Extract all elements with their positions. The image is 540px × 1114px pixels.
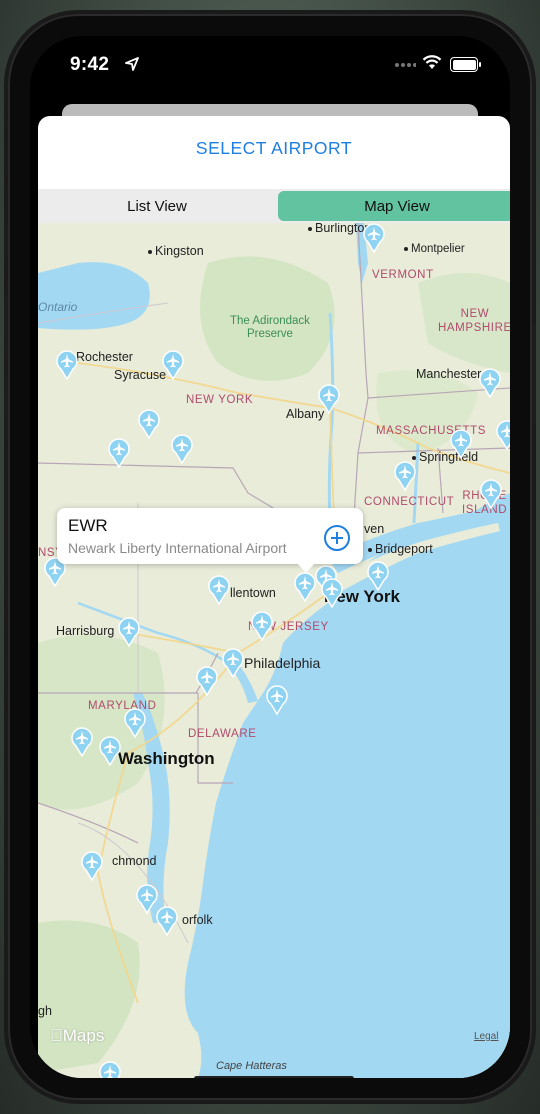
airport-pin-icon[interactable] xyxy=(496,420,510,450)
airport-pin-icon[interactable] xyxy=(450,429,472,459)
airport-pin-icon[interactable] xyxy=(71,727,93,757)
map-label-raleigh: gh xyxy=(38,1004,52,1018)
screen: 9:42 SELECT AIRPORT List View Map View B… xyxy=(30,36,510,1078)
airport-pin-icon[interactable] xyxy=(479,368,501,398)
legal-link[interactable]: Legal xyxy=(474,1031,498,1042)
map-label-rochester: Rochester xyxy=(76,350,133,364)
airport-pin-icon[interactable] xyxy=(99,736,121,766)
map-label-new-hampshire: NEW HAMPSHIRE xyxy=(438,308,510,334)
airport-pin-icon[interactable] xyxy=(138,409,160,439)
status-time: 9:42 xyxy=(70,54,110,75)
map-label-new-haven: ven xyxy=(364,522,385,536)
map-label-syracuse: Syracuse xyxy=(114,368,167,382)
airport-pin-icon[interactable] xyxy=(208,575,230,605)
map-label-philadelphia: Philadelphia xyxy=(244,655,321,671)
airport-pin-icon[interactable] xyxy=(108,438,130,468)
airport-pin-icon[interactable] xyxy=(56,350,78,380)
map-label-burlington: Burlington xyxy=(308,223,371,235)
airport-pin-icon[interactable] xyxy=(321,578,343,608)
airport-pin-icon[interactable] xyxy=(363,223,385,253)
airport-pin-icon[interactable] xyxy=(81,851,103,881)
map-label-manchester: Manchester xyxy=(416,367,482,381)
home-indicator[interactable] xyxy=(194,1076,354,1078)
callout-airport-code: EWR xyxy=(68,516,108,535)
wifi-icon xyxy=(422,55,442,69)
airport-pin-icon[interactable] xyxy=(162,350,184,380)
airport-pin-icon[interactable] xyxy=(367,561,389,591)
map-label-connecticut: CONNECTICUT xyxy=(364,496,455,508)
airport-map[interactable]: Burlington Kingston Montpelier VERMONT O… xyxy=(38,223,510,1078)
signal-dots-icon xyxy=(395,63,416,67)
battery-icon xyxy=(450,57,481,72)
tab-map-view[interactable]: Map View xyxy=(278,191,510,221)
map-label-allentown: llentown xyxy=(230,586,276,600)
volume-down-button xyxy=(4,376,8,442)
airport-pin-icon[interactable] xyxy=(318,384,340,414)
power-button xyxy=(532,324,536,424)
phone-frame: 9:42 SELECT AIRPORT List View Map View B… xyxy=(4,14,536,1100)
tab-list-view[interactable]: List View xyxy=(38,189,276,223)
maps-attribution: Maps xyxy=(50,1026,104,1046)
airport-callout[interactable]: EWR Newark Liberty International Airport xyxy=(57,508,363,573)
airport-pin-icon[interactable] xyxy=(171,434,193,464)
airport-pin-icon[interactable] xyxy=(251,611,273,641)
map-label-richmond: chmond xyxy=(112,854,157,868)
airport-pin-icon[interactable] xyxy=(394,461,416,491)
volume-up-button xyxy=(4,294,8,360)
status-bar: 9:42 xyxy=(30,36,510,96)
airport-pin-icon[interactable] xyxy=(266,685,288,715)
map-label-cape-hatteras: Cape Hatteras xyxy=(216,1060,287,1072)
airport-pin-icon[interactable] xyxy=(99,1061,121,1078)
sheet-title: SELECT AIRPORT xyxy=(195,138,353,158)
apple-logo-icon:  xyxy=(50,1026,63,1045)
airport-pin-icon[interactable] xyxy=(222,648,244,678)
location-arrow-icon xyxy=(125,57,139,71)
airport-pin-icon[interactable] xyxy=(156,906,178,936)
action-button xyxy=(4,224,8,258)
airport-pin-icon[interactable] xyxy=(196,666,218,696)
map-label-delaware: DELAWARE xyxy=(188,728,257,740)
view-segmented-control: List View Map View xyxy=(38,189,510,223)
airport-pin-icon[interactable] xyxy=(480,479,502,509)
maps-logo-text: Maps xyxy=(50,1026,105,1045)
airport-pin-icon[interactable] xyxy=(136,884,158,914)
map-label-harrisburg: Harrisburg xyxy=(56,624,115,638)
map-label-adirondack: The Adirondack Preserve xyxy=(230,315,310,340)
callout-airport-name: Newark Liberty International Airport xyxy=(68,540,287,556)
airport-pin-icon[interactable] xyxy=(294,572,316,602)
airport-pin-icon[interactable] xyxy=(124,708,146,738)
map-label-new-york-state: NEW YORK xyxy=(186,394,254,406)
map-label-washington: Washington xyxy=(118,749,215,768)
map-label-montpelier: Montpelier xyxy=(404,243,465,255)
map-label-vermont: VERMONT xyxy=(372,269,434,281)
select-airport-sheet: SELECT AIRPORT List View Map View Burlin… xyxy=(38,116,510,1078)
map-label-maryland: MARYLAND xyxy=(88,700,157,712)
airport-pin-icon[interactable] xyxy=(118,617,140,647)
plus-circle-icon[interactable] xyxy=(324,525,350,551)
map-label-norfolk: orfolk xyxy=(182,913,213,927)
map-label-kingston: Kingston xyxy=(148,244,204,258)
map-label-bridgeport: Bridgeport xyxy=(368,542,433,556)
map-label-ontario: Ontario xyxy=(38,300,78,314)
